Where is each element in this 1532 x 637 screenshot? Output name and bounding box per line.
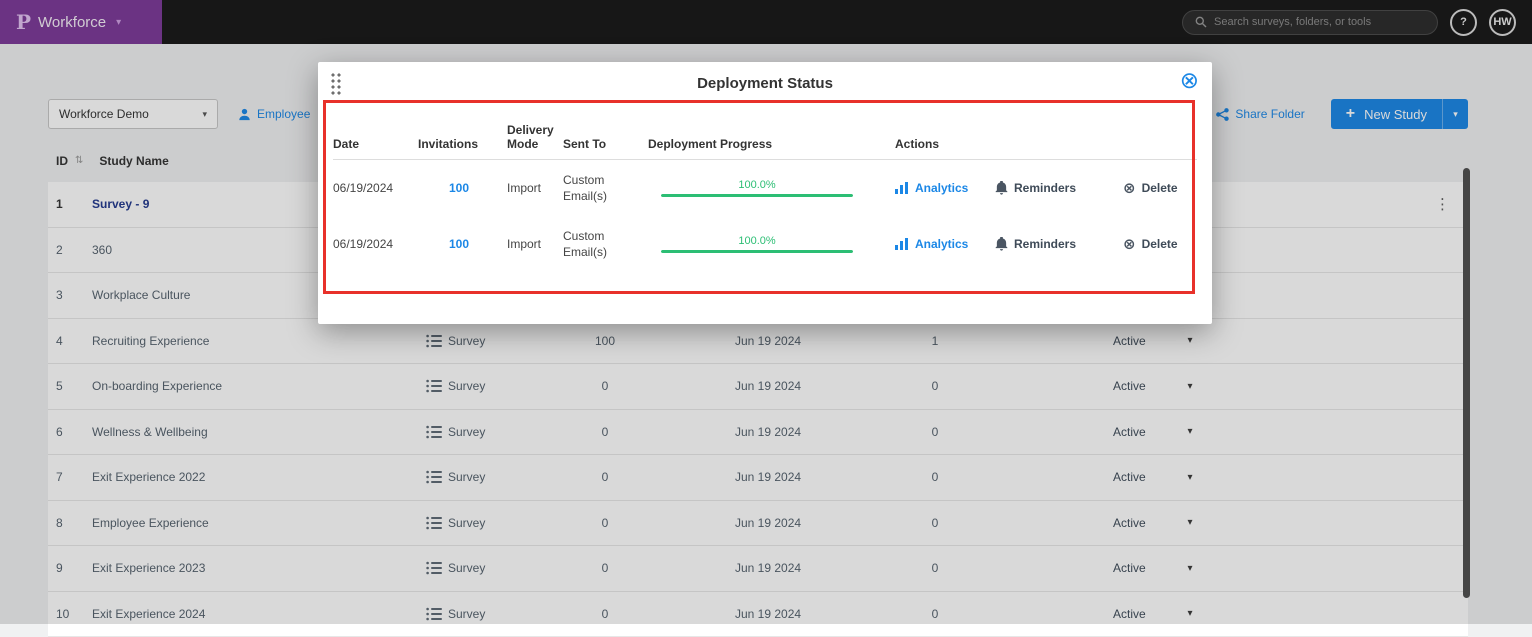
deployment-progress: 100.0% (645, 235, 880, 253)
delivery-mode-value: Import (500, 237, 556, 251)
analytics-button[interactable]: Analytics (895, 181, 995, 195)
column-header-actions: Actions (880, 137, 1197, 151)
bell-icon (995, 237, 1008, 251)
deployment-row: 06/19/2024 100 Import Custom Email(s) 10… (333, 160, 1197, 216)
invitations-link[interactable]: 100 (449, 237, 469, 251)
reminders-button[interactable]: Reminders (995, 237, 1123, 251)
deployment-table: Date Invitations Delivery Mode Sent To D… (318, 104, 1212, 272)
delete-icon: ⊗ (1123, 181, 1136, 196)
close-icon[interactable]: ⊗ (1180, 69, 1199, 92)
progress-bar-fill (661, 250, 853, 253)
bell-icon (995, 181, 1008, 195)
deployment-date: 06/19/2024 (333, 181, 418, 195)
delete-button[interactable]: ⊗ Delete (1123, 181, 1178, 196)
analytics-chart-icon (895, 238, 909, 250)
progress-bar-fill (661, 194, 853, 197)
deployment-date: 06/19/2024 (333, 237, 418, 251)
deployment-row: 06/19/2024 100 Import Custom Email(s) 10… (333, 216, 1197, 272)
analytics-chart-icon (895, 182, 909, 194)
deployment-status-modal: Deployment Status ⊗ Date Invitations Del… (318, 62, 1212, 324)
delivery-mode-value: Import (500, 181, 556, 195)
drag-handle-icon[interactable] (330, 72, 342, 96)
deployment-progress: 100.0% (645, 179, 880, 197)
row-actions: Analytics Reminders ⊗ Delete (880, 181, 1197, 196)
invitations-link[interactable]: 100 (449, 181, 469, 195)
delete-icon: ⊗ (1123, 237, 1136, 252)
column-header-date: Date (333, 137, 418, 151)
row-actions: Analytics Reminders ⊗ Delete (880, 237, 1197, 252)
sent-to-value: Custom Email(s) (556, 172, 638, 204)
sent-to-value: Custom Email(s) (556, 228, 638, 260)
modal-rows: 06/19/2024 100 Import Custom Email(s) 10… (333, 160, 1197, 272)
column-header-delivery-mode: Delivery Mode (500, 123, 556, 151)
progress-percent-label: 100.0% (661, 179, 853, 191)
modal-header: Deployment Status ⊗ (318, 62, 1212, 104)
progress-bar (661, 194, 853, 197)
progress-percent-label: 100.0% (661, 235, 853, 247)
column-header-invitations: Invitations (418, 137, 500, 151)
analytics-button[interactable]: Analytics (895, 237, 995, 251)
column-header-deployment-progress: Deployment Progress (645, 137, 880, 151)
modal-title: Deployment Status (697, 75, 833, 92)
delete-button[interactable]: ⊗ Delete (1123, 237, 1178, 252)
progress-bar (661, 250, 853, 253)
reminders-button[interactable]: Reminders (995, 181, 1123, 195)
column-header-sent-to: Sent To (556, 137, 645, 151)
deployment-table-header: Date Invitations Delivery Mode Sent To D… (333, 104, 1197, 160)
